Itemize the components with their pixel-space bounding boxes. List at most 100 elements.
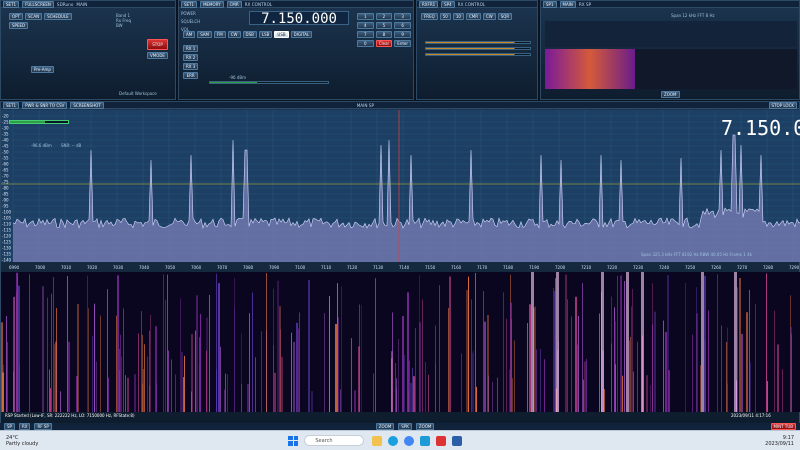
clear-button[interactable]: Clear	[375, 40, 393, 47]
keypad: 1 2 3 4 5 6 7 8 9 0 Clear Enter	[357, 13, 411, 47]
tab-rx-set1[interactable]: SET1	[181, 0, 198, 8]
speed-button[interactable]: SPEED	[9, 22, 29, 29]
key-0[interactable]: 0	[357, 40, 374, 47]
clock[interactable]: 9:17 2023/09/11	[765, 435, 794, 447]
key-7[interactable]: 7	[357, 31, 374, 38]
x-tick-label: 7010	[61, 265, 72, 270]
x-tick-label: 7230	[633, 265, 644, 270]
stop-lock-button[interactable]: STOP LOCK	[768, 101, 797, 109]
pwr-snr-csv-button[interactable]: PWR & SNR TO CSV	[22, 101, 68, 109]
tab-rxfr1[interactable]: RXFR1	[419, 0, 439, 8]
power-label: POWER	[181, 11, 196, 16]
mode-am[interactable]: AM	[183, 31, 196, 38]
tab-sp4[interactable]: SP4	[441, 0, 455, 8]
sp-zoom-button[interactable]: ZOOM	[661, 91, 680, 98]
file-explorer-icon[interactable]	[372, 435, 383, 446]
tab-sp-main[interactable]: MAIN	[559, 0, 576, 8]
mode-fm[interactable]: FM	[214, 31, 226, 38]
mode-digital[interactable]: DIGITAL	[290, 31, 313, 38]
tab-main-sp-set1[interactable]: SET1	[3, 101, 20, 109]
bottom-rfsp[interactable]: RF SP	[34, 423, 52, 430]
key-4[interactable]: 4	[357, 22, 374, 29]
main-sp-snr: SNR: -- dB	[61, 143, 82, 148]
start-icon[interactable]	[288, 435, 299, 446]
tab-cmr[interactable]: CMR	[226, 0, 242, 8]
x-tick-label: 7140	[399, 265, 410, 270]
rx3-button[interactable]: RX 3	[183, 63, 199, 70]
rx2-10[interactable]: 10	[452, 13, 464, 20]
key-9[interactable]: 9	[394, 31, 411, 38]
schedule-button[interactable]: SCHEDULE	[44, 13, 72, 20]
bottom-zoom[interactable]: ZOOM	[375, 423, 395, 430]
mode-sam[interactable]: SAM	[197, 31, 212, 38]
app-icon[interactable]	[436, 435, 447, 446]
x-tick-label: 7260	[711, 265, 722, 270]
rsm-button[interactable]: Pre-Amp	[31, 66, 54, 73]
spectrum-plot[interactable]: -20-25-30-35-40-45-50-55-60-65-70-75-80-…	[1, 110, 800, 262]
main-sp-frequency[interactable]: 7.150.000	[721, 116, 800, 140]
sdruno-icon[interactable]	[452, 435, 463, 446]
x-tick-label: 7220	[607, 265, 618, 270]
rx2-cmr[interactable]: CMR	[465, 13, 481, 20]
x-tick-label: 7280	[763, 265, 774, 270]
rx2-title: RX CONTROL	[457, 1, 486, 7]
tab-sp1[interactable]: SP1	[543, 0, 557, 8]
bottom-sp[interactable]: SP	[4, 423, 15, 430]
tab-set1[interactable]: SET1	[3, 0, 20, 8]
rx2-cw[interactable]: CW	[482, 13, 496, 20]
bottom-rx[interactable]: RX	[18, 423, 31, 430]
scan-button[interactable]: SCAN	[25, 13, 43, 20]
mode-lsb[interactable]: LSB	[258, 31, 273, 38]
vmode-button[interactable]: VMODE	[147, 52, 168, 59]
key-3[interactable]: 3	[394, 13, 411, 20]
main-sp-title: MAIN SP	[356, 102, 375, 108]
x-tick-label: 7270	[737, 265, 748, 270]
stop-button[interactable]: STOP	[147, 39, 168, 50]
enter-button[interactable]: Enter	[394, 40, 411, 47]
bottom-spk[interactable]: SPK	[398, 423, 412, 430]
rx2-freq[interactable]: FREQ	[421, 13, 438, 20]
x-tick-label: 7240	[659, 265, 670, 270]
err-button[interactable]: ERR	[183, 72, 199, 79]
mode-dsb[interactable]: DSB	[242, 31, 257, 38]
rx2-sqr[interactable]: SQR	[497, 13, 513, 20]
waterfall[interactable]	[1, 272, 800, 412]
key-8[interactable]: 8	[375, 31, 393, 38]
info-bw: BW	[116, 23, 123, 28]
x-tick-label: 7120	[347, 265, 358, 270]
bottom-zoom-2[interactable]: ZOOM	[415, 423, 435, 430]
rx-panel-2: RXFR1 SP4 RX CONTROL FREQ 50 10 CMR CW S…	[416, 0, 538, 100]
rx-title: RX CONTROL	[244, 1, 273, 7]
y-tick-label: -105	[2, 216, 12, 221]
rx2-50[interactable]: 50	[439, 13, 451, 20]
store-icon[interactable]	[420, 435, 431, 446]
tab-memory[interactable]: MEMORY	[200, 0, 224, 8]
y-tick-label: -120	[2, 234, 12, 239]
key-6[interactable]: 6	[394, 22, 411, 29]
edge-icon[interactable]	[388, 435, 399, 446]
weather-widget[interactable]: 24°C Partly cloudy	[6, 435, 38, 447]
mode-usb[interactable]: USB	[274, 31, 289, 38]
sp1-titlebar: SP1 MAIN RX SP	[541, 0, 799, 8]
sp-waterfall-right	[635, 49, 797, 89]
opt-button[interactable]: OPT	[9, 13, 24, 20]
rx1-button[interactable]: RX 1	[183, 45, 199, 52]
x-tick-label: 7030	[113, 265, 124, 270]
key-1[interactable]: 1	[357, 13, 374, 20]
taskbar-search[interactable]: Search	[304, 435, 365, 446]
mode-cw[interactable]: CW	[227, 31, 241, 38]
x-tick-label: 7070	[217, 265, 228, 270]
y-tick-label: -100	[2, 210, 12, 215]
rx2-button[interactable]: RX 2	[183, 54, 199, 61]
x-tick-label: 7150	[425, 265, 436, 270]
rx2-titlebar: RXFR1 SP4 RX CONTROL	[417, 0, 537, 8]
main-titlebar: SET1 FULLSCREEN SDRuno MAIN	[1, 0, 175, 8]
key-2[interactable]: 2	[375, 13, 393, 20]
tab-fullscreen[interactable]: FULLSCREEN	[22, 0, 54, 8]
rx-frequency-display[interactable]: 7.150.000	[249, 11, 349, 26]
clock-date: 2023/09/11	[765, 440, 794, 447]
bottom-mint[interactable]: MINT TUB	[770, 423, 796, 430]
key-5[interactable]: 5	[375, 22, 393, 29]
chrome-icon[interactable]	[404, 435, 415, 446]
screenshot-button[interactable]: SCREENSHOT	[70, 101, 104, 109]
